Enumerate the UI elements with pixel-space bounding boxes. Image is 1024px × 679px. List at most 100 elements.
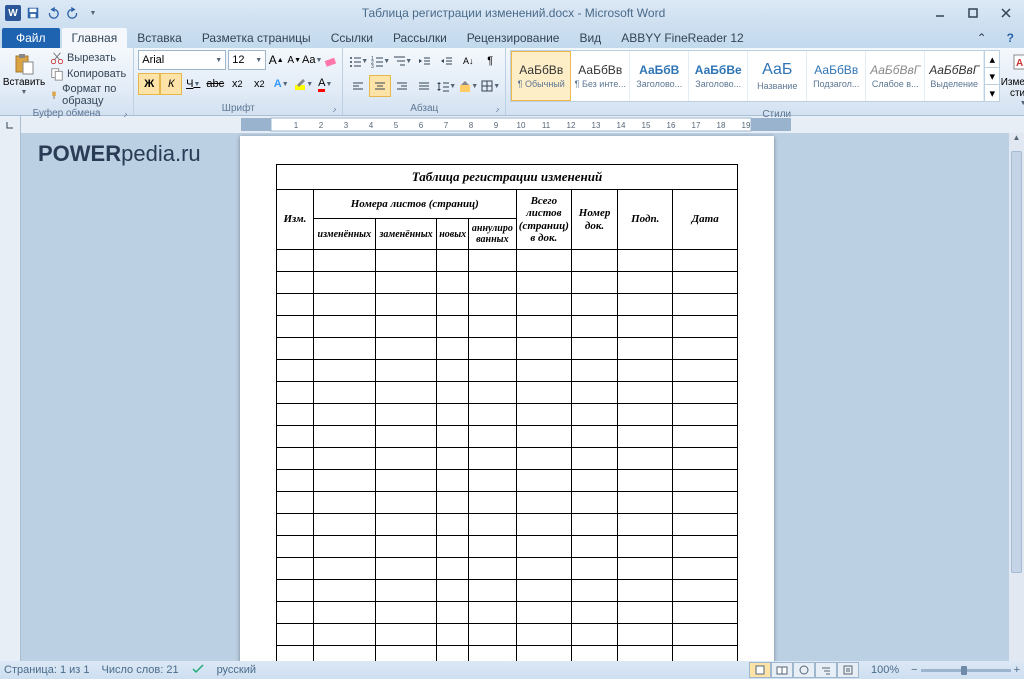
view-draft-icon[interactable] — [837, 662, 859, 678]
status-page[interactable]: Страница: 1 из 1 — [4, 664, 90, 676]
style-heading1[interactable]: АаБбВЗаголово... — [630, 51, 689, 101]
app-icon[interactable]: W — [4, 4, 22, 22]
strike-icon[interactable]: abc — [204, 73, 226, 95]
table-row — [277, 404, 738, 426]
view-print-icon[interactable] — [749, 662, 771, 678]
ribbon-minimize-icon[interactable]: ⌃ — [967, 28, 997, 48]
view-outline-icon[interactable] — [815, 662, 837, 678]
table-row — [277, 536, 738, 558]
style-subtitle[interactable]: АаБбВвПодзагол... — [807, 51, 866, 101]
svg-text:19: 19 — [742, 121, 751, 130]
tab-file[interactable]: Файл — [2, 28, 60, 48]
status-lang[interactable]: русский — [217, 664, 256, 676]
change-styles-button[interactable]: A Изменить стили▼ — [1003, 50, 1024, 109]
paste-button[interactable]: Вставить ▼ — [4, 50, 44, 98]
subscript-icon[interactable]: x2 — [226, 73, 248, 95]
zoom-slider[interactable] — [921, 669, 1011, 672]
style-subtle[interactable]: АаБбВвГСлабое в... — [866, 51, 925, 101]
redo-icon[interactable] — [64, 4, 82, 22]
style-heading2[interactable]: АаБбВеЗаголово... — [689, 51, 748, 101]
view-web-icon[interactable] — [793, 662, 815, 678]
help-icon[interactable]: ? — [997, 28, 1024, 48]
zoom-out-icon[interactable]: − — [911, 664, 917, 676]
cut-button[interactable]: Вырезать — [47, 50, 129, 66]
spell-check-icon[interactable] — [191, 663, 205, 678]
qat-customize-icon[interactable]: ▼ — [84, 4, 102, 22]
align-center-icon[interactable] — [369, 75, 391, 97]
table-row — [277, 316, 738, 338]
copy-button[interactable]: Копировать — [47, 66, 129, 82]
align-left-icon[interactable] — [347, 75, 369, 97]
numbering-icon[interactable]: 123▼ — [369, 50, 391, 72]
vertical-ruler[interactable] — [0, 133, 21, 661]
svg-text:8: 8 — [469, 121, 474, 130]
maximize-icon[interactable] — [958, 4, 988, 22]
grow-font-icon[interactable]: A▲ — [268, 51, 284, 69]
bullets-icon[interactable]: ▼ — [347, 50, 369, 72]
font-color-icon[interactable]: A▼ — [314, 73, 336, 95]
watermark: POWERpedia.ru — [38, 141, 201, 167]
tab-layout[interactable]: Разметка страницы — [192, 28, 321, 48]
gallery-up-icon[interactable]: ▴ — [985, 51, 999, 67]
group-label: Абзац — [347, 103, 501, 115]
svg-text:5: 5 — [394, 121, 399, 130]
sort-icon[interactable]: А↓ — [457, 50, 479, 72]
status-words[interactable]: Число слов: 21 — [102, 664, 179, 676]
decrease-indent-icon[interactable] — [413, 50, 435, 72]
save-icon[interactable] — [24, 4, 42, 22]
scrollbar-thumb[interactable] — [1011, 151, 1022, 573]
svg-text:3: 3 — [371, 64, 374, 68]
style-emphasis[interactable]: АаБбВвГВыделение — [925, 51, 984, 101]
svg-text:16: 16 — [667, 121, 676, 130]
italic-icon[interactable]: К — [160, 73, 182, 95]
font-name-select[interactable]: Arial▼ — [138, 50, 226, 70]
minimize-icon[interactable] — [925, 4, 955, 22]
view-read-icon[interactable] — [771, 662, 793, 678]
line-spacing-icon[interactable]: ▼ — [435, 75, 457, 97]
tab-review[interactable]: Рецензирование — [457, 28, 570, 48]
horizontal-ruler[interactable]: 1234 5678 9101112 13141516 171819 — [21, 116, 1024, 133]
justify-icon[interactable] — [413, 75, 435, 97]
borders-icon[interactable]: ▼ — [479, 75, 501, 97]
align-right-icon[interactable] — [391, 75, 413, 97]
shading-icon[interactable]: ▼ — [457, 75, 479, 97]
bold-icon[interactable]: Ж — [138, 73, 160, 95]
tab-view[interactable]: Вид — [569, 28, 611, 48]
table-row — [277, 382, 738, 404]
styles-gallery[interactable]: АаБбВв¶ Обычный АаБбВв¶ Без инте... АаБб… — [510, 50, 1000, 102]
style-normal[interactable]: АаБбВв¶ Обычный — [511, 51, 571, 101]
tab-mail[interactable]: Рассылки — [383, 28, 457, 48]
page[interactable]: Таблица регистрации изменений Изм. Номер… — [240, 136, 774, 661]
ruler: 1234 5678 9101112 13141516 171819 — [0, 116, 1024, 134]
show-marks-icon[interactable]: ¶ — [479, 50, 501, 72]
table-row — [277, 338, 738, 360]
style-nospacing[interactable]: АаБбВв¶ Без инте... — [571, 51, 630, 101]
gallery-down-icon[interactable]: ▾ — [985, 67, 999, 84]
close-icon[interactable] — [991, 4, 1021, 22]
style-title[interactable]: АаБНазвание — [748, 51, 807, 101]
underline-icon[interactable]: Ч▼ — [182, 73, 204, 95]
clear-format-icon[interactable] — [322, 51, 338, 69]
tab-home[interactable]: Главная — [62, 28, 128, 48]
increase-indent-icon[interactable] — [435, 50, 457, 72]
gallery-more-icon[interactable]: ▾ — [985, 84, 999, 101]
tab-refs[interactable]: Ссылки — [321, 28, 383, 48]
format-painter-button[interactable]: Формат по образцу — [47, 82, 129, 108]
registration-table[interactable]: Таблица регистрации изменений Изм. Номер… — [276, 164, 738, 661]
zoom-in-icon[interactable]: + — [1014, 664, 1020, 676]
highlight-icon[interactable]: ▼ — [292, 73, 314, 95]
vertical-scrollbar[interactable]: ▲ — [1008, 133, 1024, 661]
shrink-font-icon[interactable]: A▼ — [286, 51, 302, 69]
undo-icon[interactable] — [44, 4, 62, 22]
svg-text:4: 4 — [369, 121, 374, 130]
table-row — [277, 514, 738, 536]
zoom-value[interactable]: 100% — [871, 664, 899, 676]
superscript-icon[interactable]: x2 — [248, 73, 270, 95]
change-case-icon[interactable]: Aa▼ — [304, 51, 320, 69]
tab-insert[interactable]: Вставка — [127, 28, 192, 48]
tab-abbyy[interactable]: ABBYY FineReader 12 — [611, 28, 754, 48]
scroll-up-icon[interactable]: ▲ — [1009, 133, 1024, 148]
text-effects-icon[interactable]: A▼ — [270, 73, 292, 95]
multilevel-icon[interactable]: ▼ — [391, 50, 413, 72]
font-size-select[interactable]: 12▼ — [228, 50, 266, 70]
